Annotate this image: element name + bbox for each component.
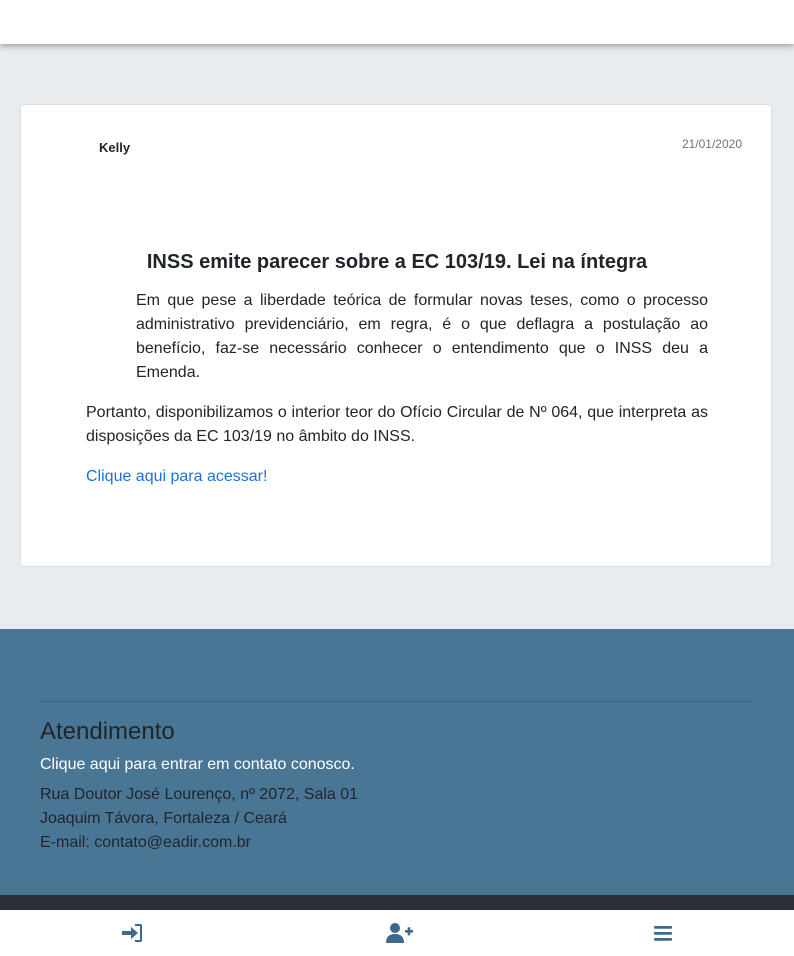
menu-button[interactable] [651, 920, 679, 946]
post-author: Kelly [99, 140, 131, 155]
register-button[interactable] [384, 920, 413, 946]
top-header-bar [0, 0, 794, 44]
footer-bottom-strip [0, 895, 794, 910]
address-line: Joaquim Távora, Fortaleza / Ceará [40, 810, 287, 827]
sign-in-icon [122, 924, 142, 942]
bottom-nav [0, 910, 794, 956]
post-title: INSS emite parecer sobre a EC 103/19. Le… [146, 251, 648, 273]
footer-address: Rua Doutor José Lourenço, nº 2072, Sala … [40, 783, 358, 855]
menu-icon [654, 926, 672, 941]
post-paragraph: Em que pese a liberdade teórica de formu… [136, 292, 708, 381]
contact-link[interactable]: Clique aqui para entrar em contato conos… [40, 756, 355, 774]
login-button[interactable] [118, 920, 146, 946]
address-line: Rua Doutor José Lourenço, nº 2072, Sala … [40, 786, 359, 803]
post-card: Kelly 21/01/2020 INSS emite parecer sobr… [20, 104, 772, 567]
footer-divider [40, 701, 754, 702]
access-link[interactable]: Clique aqui para acessar! [86, 468, 267, 485]
post-paragraph: Portanto, disponibilizamos o interior te… [86, 404, 708, 445]
post-body: Em que pese a liberdade teórica de formu… [86, 289, 708, 489]
footer: Atendimento Clique aqui para entrar em c… [0, 629, 794, 895]
email-line: E-mail: contato@eadir.com.br [40, 834, 251, 851]
footer-title: Atendimento [40, 718, 175, 745]
user-plus-icon [386, 923, 413, 943]
post-date: 21/01/2020 [681, 137, 742, 151]
